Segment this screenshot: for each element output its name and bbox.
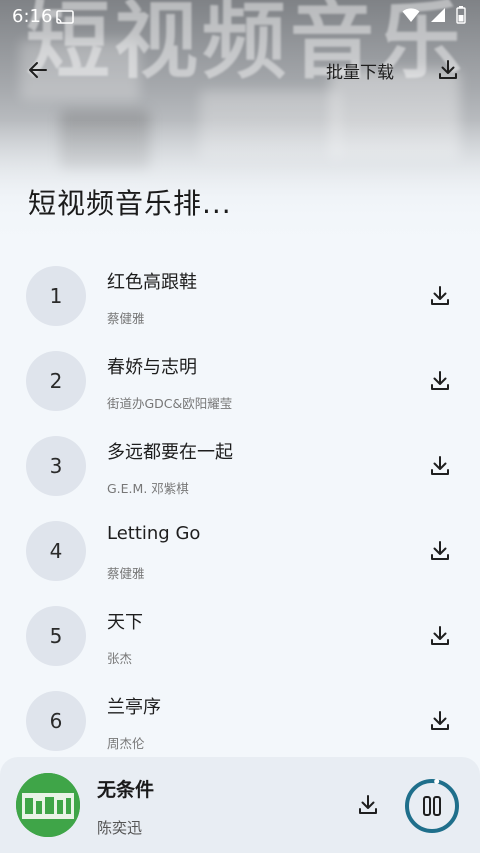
- song-artist: G.E.M. 邓紫棋: [107, 481, 189, 496]
- download-icon: [359, 795, 377, 814]
- download-icon: [431, 711, 449, 730]
- album-art[interactable]: [16, 773, 80, 837]
- song-download-button[interactable]: [426, 282, 454, 310]
- back-button[interactable]: [22, 54, 54, 86]
- signal-icon: [430, 7, 446, 27]
- song-list: 1 红色高跟鞋 蔡健雅 2 春娇与志明 街道办GDC&欧阳耀莹 3 多远都要在一…: [0, 254, 480, 764]
- song-index: 1: [26, 266, 86, 326]
- batch-download-button[interactable]: 批量下载: [326, 58, 394, 83]
- download-icon: [431, 456, 449, 475]
- page-title: 短视频音乐排...: [28, 187, 232, 220]
- song-title: 兰亭序: [107, 697, 161, 718]
- battery-icon: [456, 6, 466, 28]
- song-artist: 蔡健雅: [107, 566, 145, 581]
- download-all-button[interactable]: [432, 54, 464, 86]
- download-icon: [431, 286, 449, 305]
- song-download-button[interactable]: [426, 452, 454, 480]
- song-index: 6: [26, 691, 86, 751]
- download-icon: [431, 541, 449, 560]
- status-bar: 6:16: [0, 0, 480, 32]
- list-item[interactable]: 2 春娇与志明 街道办GDC&欧阳耀莹: [0, 339, 480, 424]
- song-title: Letting Go: [107, 523, 201, 544]
- download-icon: [431, 371, 449, 390]
- song-artist: 蔡健雅: [107, 311, 145, 326]
- song-index: 2: [26, 351, 86, 411]
- song-title: 红色高跟鞋: [107, 272, 197, 293]
- list-item[interactable]: 4 Letting Go 蔡健雅: [0, 509, 480, 594]
- pause-button[interactable]: [403, 777, 461, 835]
- song-artist: 周杰伦: [107, 736, 145, 751]
- download-icon: [439, 60, 457, 79]
- now-playing-artist: 陈奕迅: [97, 819, 143, 837]
- song-download-button[interactable]: [426, 707, 454, 735]
- song-title: 春娇与志明: [107, 357, 197, 378]
- pause-icon: [423, 796, 441, 816]
- song-title: 多远都要在一起: [107, 442, 233, 463]
- song-download-button[interactable]: [426, 622, 454, 650]
- song-index: 5: [26, 606, 86, 666]
- back-arrow-icon: [29, 62, 47, 78]
- list-item[interactable]: 5 天下 张杰: [0, 594, 480, 679]
- download-icon: [431, 626, 449, 645]
- now-playing-bar[interactable]: 无条件 陈奕迅: [0, 757, 480, 853]
- list-item[interactable]: 6 兰亭序 周杰伦: [0, 679, 480, 764]
- now-playing-title: 无条件: [97, 779, 155, 801]
- song-artist: 张杰: [107, 651, 133, 666]
- list-item[interactable]: 1 红色高跟鞋 蔡健雅: [0, 254, 480, 339]
- player-download-button[interactable]: [354, 791, 382, 819]
- list-item[interactable]: 3 多远都要在一起 G.E.M. 邓紫棋: [0, 424, 480, 509]
- song-index: 3: [26, 436, 86, 496]
- wifi-icon: [402, 7, 420, 27]
- status-time: 6:16: [12, 6, 53, 27]
- song-index: 4: [26, 521, 86, 581]
- top-bar: 批量下载: [0, 48, 480, 92]
- song-title: 天下: [107, 612, 143, 633]
- song-download-button[interactable]: [426, 537, 454, 565]
- cast-icon: [56, 9, 74, 28]
- song-artist: 街道办GDC&欧阳耀莹: [107, 396, 233, 411]
- song-download-button[interactable]: [426, 367, 454, 395]
